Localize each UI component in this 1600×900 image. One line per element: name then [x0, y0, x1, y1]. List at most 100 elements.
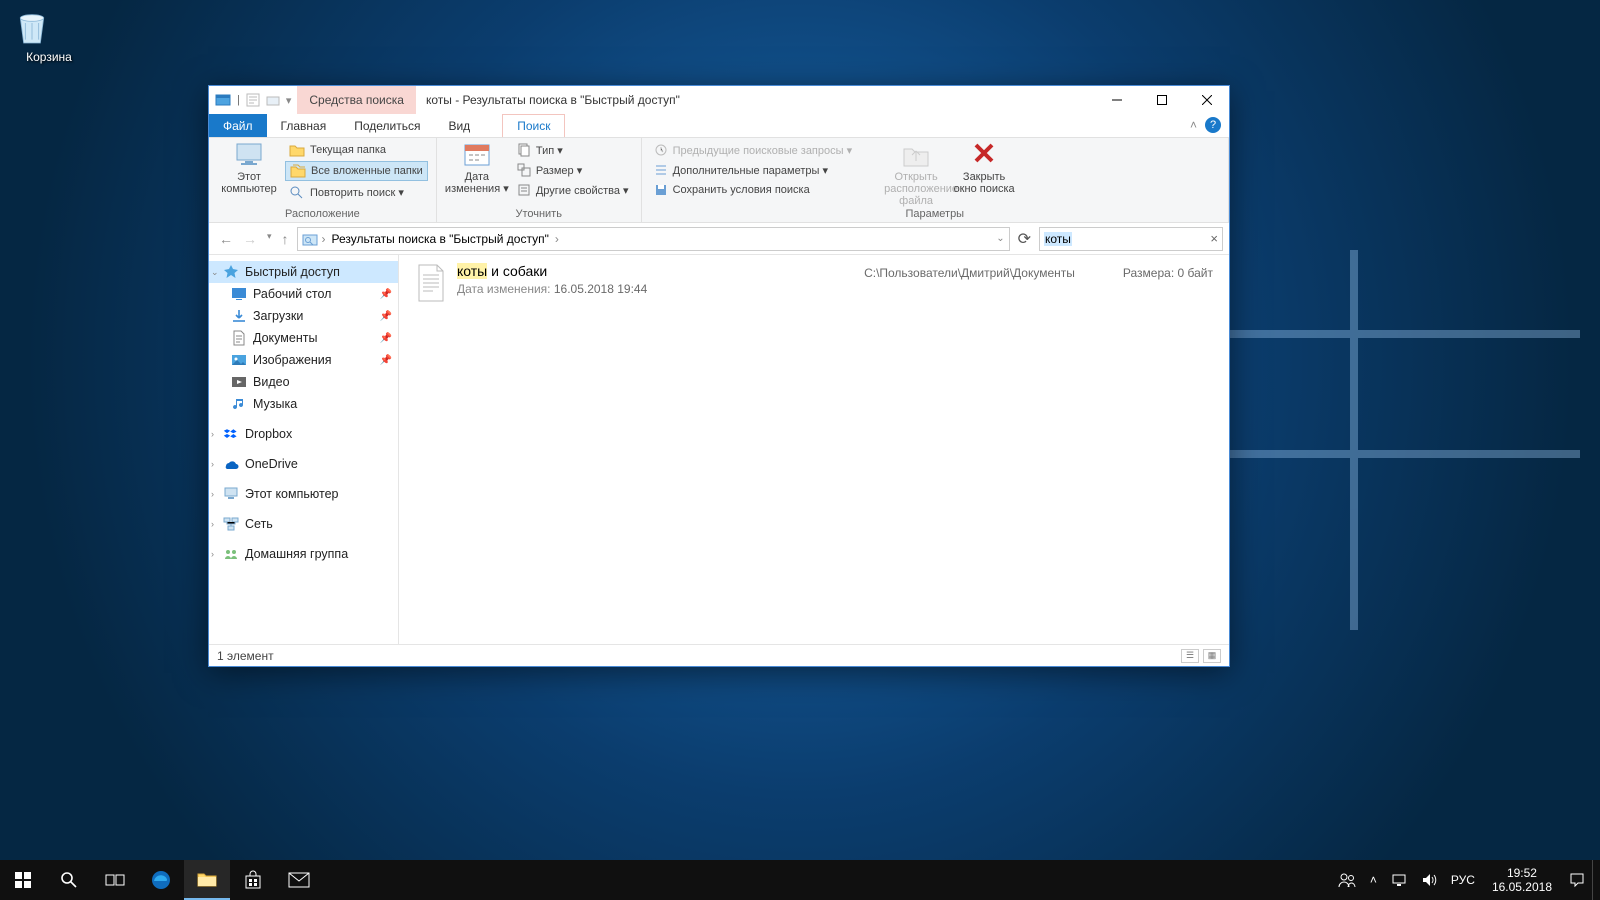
qat-sep: | [237, 94, 240, 106]
view-icons-button[interactable]: ▦ [1203, 649, 1221, 663]
list-icon [654, 163, 668, 177]
folder-icon [197, 870, 217, 888]
tray-volume[interactable] [1414, 860, 1444, 900]
size-button[interactable]: Размер ▾ [513, 161, 633, 179]
edge-icon [150, 869, 172, 891]
breadcrumb[interactable]: Результаты поиска в "Быстрый доступ" [330, 232, 551, 246]
refresh-button[interactable]: ⟳ [1014, 229, 1035, 249]
all-subfolders-button[interactable]: Все вложенные папки [285, 161, 428, 181]
taskbar[interactable]: ˄ РУС 19:52 16.05.2018 [0, 860, 1600, 900]
nav-back-button[interactable]: ← [219, 231, 233, 247]
maximize-button[interactable] [1139, 86, 1184, 114]
start-button[interactable] [0, 860, 46, 900]
tray-network[interactable] [1384, 860, 1414, 900]
other-props-button[interactable]: Другие свойства ▾ [513, 181, 633, 199]
search-button[interactable] [46, 860, 92, 900]
addr-dropdown-icon[interactable]: ⌄ [996, 233, 1004, 244]
expand-icon[interactable]: › [211, 429, 214, 439]
help-icon[interactable]: ? [1205, 117, 1221, 133]
expand-icon[interactable]: › [211, 549, 214, 559]
task-view-button[interactable] [92, 860, 138, 900]
qat-customize-icon[interactable]: ▾ [286, 94, 292, 107]
tray-chevron[interactable]: ˄ [1363, 860, 1384, 900]
close-button[interactable] [1184, 86, 1229, 114]
expand-icon[interactable]: ⌄ [211, 267, 219, 278]
current-folder-button[interactable]: Текущая папка [285, 141, 428, 159]
titlebar[interactable]: | ▾ Средства поиска коты - Результаты по… [209, 86, 1229, 114]
kind-button[interactable]: Тип ▾ [513, 141, 633, 159]
taskbar-mail[interactable] [276, 860, 322, 900]
explorer-icon [215, 92, 231, 108]
nav-videos[interactable]: Видео [209, 371, 398, 393]
people-button[interactable] [1331, 860, 1363, 900]
search-result[interactable]: коты и собаки Дата изменения: 16.05.2018… [415, 263, 1213, 303]
properties-icon[interactable] [246, 93, 260, 107]
minimize-button[interactable] [1094, 86, 1139, 114]
nav-this-pc[interactable]: › Этот компьютер [209, 483, 398, 505]
text-file-icon [415, 263, 447, 303]
ribbon-group-options: Предыдущие поисковые запросы ▾ Дополните… [642, 138, 1229, 222]
save-search-button[interactable]: Сохранить условия поиска [650, 181, 857, 199]
result-filename: коты и собаки [457, 263, 647, 279]
nav-pictures[interactable]: Изображения📌 [209, 349, 398, 371]
pin-icon: 📌 [380, 355, 392, 366]
show-desktop-button[interactable] [1592, 860, 1600, 900]
tab-home[interactable]: Главная [267, 114, 341, 137]
crumb-sep[interactable]: › [555, 232, 559, 246]
date-modified-button[interactable]: Дата изменения ▾ [445, 141, 509, 195]
nav-recent-dropdown[interactable]: ▾ [267, 231, 272, 247]
collapse-ribbon-icon[interactable]: ˄ [1190, 118, 1197, 132]
tray-ime[interactable]: РУС [1444, 860, 1482, 900]
history-icon [654, 143, 668, 157]
navigation-pane[interactable]: ⌄ Быстрый доступ Рабочий стол📌 Загрузки📌… [209, 255, 399, 644]
nav-downloads[interactable]: Загрузки📌 [209, 305, 398, 327]
desktop[interactable]: Корзина | ▾ Средства поиска коты - Резул… [0, 0, 1600, 900]
tab-file[interactable]: Файл [209, 114, 267, 137]
expand-icon[interactable]: › [211, 519, 214, 529]
address-bar[interactable]: › Результаты поиска в "Быстрый доступ" ›… [297, 227, 1010, 251]
search-box[interactable]: коты × [1039, 227, 1223, 251]
search-again-button[interactable]: Повторить поиск ▾ [285, 183, 428, 201]
nav-homegroup[interactable]: › Домашняя группа [209, 543, 398, 565]
windows-icon [15, 872, 31, 888]
tray-clock[interactable]: 19:52 16.05.2018 [1482, 866, 1562, 894]
open-location-button: Открыть расположение файла [884, 141, 948, 207]
explorer-window: | ▾ Средства поиска коты - Результаты по… [208, 85, 1230, 667]
clear-search-icon[interactable]: × [1210, 231, 1218, 246]
tab-share[interactable]: Поделиться [340, 114, 434, 137]
tab-search[interactable]: Поиск [502, 114, 565, 137]
search-again-icon [289, 185, 305, 199]
taskbar-explorer[interactable] [184, 860, 230, 900]
tab-view[interactable]: Вид [434, 114, 484, 137]
expand-icon[interactable]: › [211, 459, 214, 469]
window-body: ⌄ Быстрый доступ Рабочий стол📌 Загрузки📌… [209, 255, 1229, 644]
quick-access-toolbar: | ▾ [209, 86, 297, 114]
this-pc-button[interactable]: Этот компьютер [217, 141, 281, 195]
result-size: Размера: 0 байт [1123, 263, 1213, 296]
people-icon [1338, 871, 1356, 889]
taskbar-store[interactable] [230, 860, 276, 900]
desktop-icon [231, 286, 247, 302]
nav-forward-button[interactable]: → [243, 231, 257, 247]
pictures-icon [231, 352, 247, 368]
view-details-button[interactable]: ☰ [1181, 649, 1199, 663]
nav-onedrive[interactable]: › OneDrive [209, 453, 398, 475]
nav-documents[interactable]: Документы📌 [209, 327, 398, 349]
results-pane[interactable]: коты и собаки Дата изменения: 16.05.2018… [399, 255, 1229, 644]
recycle-bin[interactable]: Корзина [12, 8, 86, 64]
nav-desktop[interactable]: Рабочий стол📌 [209, 283, 398, 305]
new-folder-icon[interactable] [266, 93, 280, 107]
nav-quick-access[interactable]: ⌄ Быстрый доступ [209, 261, 398, 283]
advanced-options-button[interactable]: Дополнительные параметры ▾ [650, 161, 857, 179]
folder-icon [289, 143, 305, 157]
nav-music[interactable]: Музыка [209, 393, 398, 415]
open-folder-icon [900, 141, 932, 169]
taskbar-edge[interactable] [138, 860, 184, 900]
action-center-button[interactable] [1562, 860, 1592, 900]
close-search-button[interactable]: Закрыть окно поиска [952, 141, 1016, 195]
nav-network[interactable]: › Сеть [209, 513, 398, 535]
expand-icon[interactable]: › [211, 489, 214, 499]
nav-dropbox[interactable]: › Dropbox [209, 423, 398, 445]
pin-icon: 📌 [380, 333, 392, 344]
nav-up-button[interactable]: ↑ [282, 231, 289, 247]
